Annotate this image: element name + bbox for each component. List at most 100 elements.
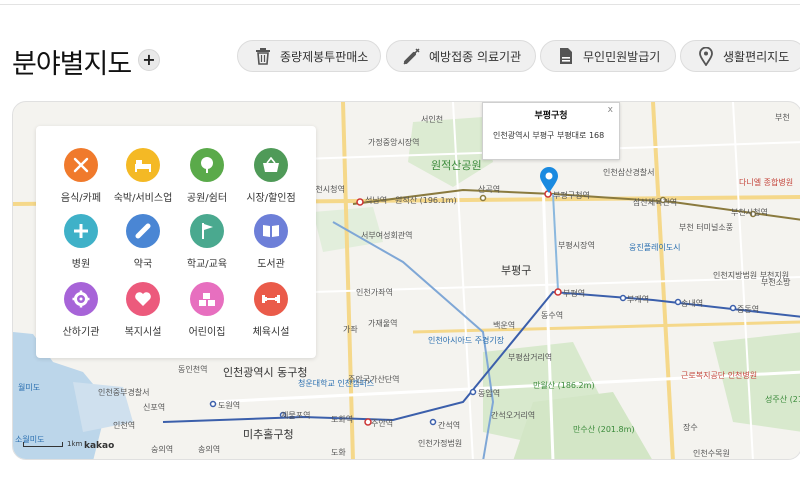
- scale-label: 1km: [67, 440, 83, 448]
- add-button[interactable]: +: [138, 49, 160, 71]
- pill-living-convenience-map[interactable]: 생활편리지도: [680, 40, 800, 72]
- map-label: 인천광역시 동구청: [223, 366, 308, 379]
- map-label: 간석역: [438, 421, 461, 430]
- map-label: 부천: [775, 113, 790, 122]
- map-label: 삼산체육관역: [633, 198, 678, 207]
- map-label: 월미도: [18, 383, 41, 392]
- map-label: 부천소방: [761, 278, 791, 287]
- popup-close-button[interactable]: x: [608, 105, 613, 115]
- map-label: 제물포역: [281, 411, 311, 420]
- map-label: 송의역: [198, 445, 221, 454]
- map-label: 부천 터미널소풍: [679, 223, 734, 232]
- map-label: 주안국가산단역: [348, 375, 400, 384]
- plus-icon: [64, 214, 98, 248]
- map-label: 석남역: [365, 196, 388, 205]
- map-label: 미추홀구청: [243, 428, 294, 441]
- pill-icon: [126, 214, 160, 248]
- map-scale: 1km: [23, 440, 82, 448]
- category-label: 학교/교육: [186, 259, 228, 270]
- map-label: 원적산 (196.1m): [395, 196, 457, 205]
- map-label: 가좌: [343, 325, 358, 334]
- map-label: 다니엘 종합병원: [739, 178, 794, 187]
- map-label: 인천역: [113, 421, 136, 430]
- map-label: 장수: [683, 423, 698, 432]
- map-label: 동인천역: [178, 365, 208, 374]
- category-label: 복지시설: [124, 327, 162, 338]
- category-sports[interactable]: 체육시설: [240, 282, 302, 338]
- pill-label: 종량제봉투판매소: [280, 49, 369, 64]
- basket-icon: [254, 148, 288, 182]
- map-label: 산곡역: [478, 185, 501, 194]
- pill-label: 생활편리지도: [723, 49, 790, 64]
- category-market[interactable]: 시장/할인점: [240, 148, 302, 204]
- category-label: 도서관: [257, 259, 285, 270]
- map-label: 도화: [331, 448, 346, 457]
- map-label: 송내역: [681, 299, 704, 308]
- map-label: 간석오거리역: [491, 411, 536, 420]
- trash-icon: [254, 46, 272, 66]
- location-marker-icon[interactable]: [539, 166, 559, 198]
- category-label: 약국: [133, 259, 153, 270]
- map-label: 근로복지공단 인천병원: [681, 371, 758, 380]
- map-label: 만월산 (186.2m): [533, 381, 595, 390]
- category-food-cafe[interactable]: 음식/카페: [50, 148, 112, 204]
- map-label: 인천수목원: [693, 449, 730, 458]
- category-library[interactable]: 도서관: [240, 214, 302, 270]
- map-label: 신포역: [143, 403, 166, 412]
- pill-label: 무인민원발급기: [583, 49, 661, 64]
- map-label: 인천삼산경찰서: [603, 168, 655, 177]
- map-label: 성주산 (216.5m): [765, 395, 800, 404]
- map-label: 도원역: [218, 401, 241, 410]
- category-daycare[interactable]: 어린이집: [176, 282, 238, 338]
- map-label: 주안역: [371, 419, 394, 428]
- popup-title: 부평구청: [534, 111, 568, 121]
- category-pharmacy[interactable]: 약국: [112, 214, 174, 270]
- category-label: 공원/쉼터: [186, 193, 228, 204]
- syringe-icon: [403, 46, 421, 66]
- category-label: 어린이집: [188, 327, 226, 338]
- category-label: 숙박/서비스업: [113, 193, 173, 204]
- map-label: 만수산 (201.8m): [573, 425, 635, 434]
- category-panel: 음식/카페 숙박/서비스업 공원/쉼터 시장/할인점 병원 약국 학교/교육 도…: [36, 126, 316, 358]
- map-label: 부평삼거리역: [508, 353, 553, 362]
- map-label: 부평구: [501, 264, 532, 277]
- document-icon: [557, 46, 575, 66]
- category-park[interactable]: 공원/쉼터: [176, 148, 238, 204]
- map-label: 동암역: [478, 389, 501, 398]
- category-label: 산하기관: [62, 327, 100, 338]
- map-label: 웅진플레이도시: [629, 243, 681, 252]
- map-label: 원적산공원: [431, 159, 482, 172]
- scale-bar: [23, 441, 63, 447]
- category-label: 병원: [71, 259, 91, 270]
- map-label: 가재울역: [368, 319, 398, 328]
- location-popup: x 부평구청 인천광역시 부평구 부평대로 168: [482, 102, 620, 160]
- category-affiliated-org[interactable]: 산하기관: [50, 282, 112, 338]
- bed-icon: [126, 148, 160, 182]
- dumbbell-icon: [254, 282, 288, 316]
- top-divider: [0, 4, 800, 5]
- map-label: 부평시장역: [558, 241, 595, 250]
- category-welfare[interactable]: 복지시설: [112, 282, 174, 338]
- category-lodging[interactable]: 숙박/서비스업: [112, 148, 174, 204]
- gear-icon: [64, 282, 98, 316]
- category-label: 시장/할인점: [246, 193, 296, 204]
- pill-unmanned-kiosks[interactable]: 무인민원발급기: [540, 40, 676, 72]
- category-school[interactable]: 학교/교육: [176, 214, 238, 270]
- category-hospital[interactable]: 병원: [50, 214, 112, 270]
- pill-trash-bag-shops[interactable]: 종량제봉투판매소: [237, 40, 381, 72]
- map-label: 부평역: [563, 289, 586, 298]
- tree-icon: [190, 148, 224, 182]
- category-label: 체육시설: [252, 327, 290, 338]
- pill-label: 예방접종 의료기관: [429, 49, 522, 64]
- map-label: 서인천: [421, 115, 444, 124]
- book-icon: [254, 214, 288, 248]
- map-label: 백운역: [493, 321, 516, 330]
- map-label: 가정중앙시장역: [368, 138, 420, 147]
- pill-vaccination-clinics[interactable]: 예방접종 의료기관: [386, 40, 536, 72]
- fork-knife-icon: [64, 148, 98, 182]
- page-title: 분야별지도: [12, 49, 132, 80]
- flag-icon: [190, 214, 224, 248]
- map-label: 도화역: [331, 415, 354, 424]
- map-view[interactable]: 가정중앙시장역 원적산공원 석남역 원적산 (196.1m) 산곡역 부평구청역…: [12, 101, 800, 460]
- map-label: 숭의역: [151, 445, 174, 454]
